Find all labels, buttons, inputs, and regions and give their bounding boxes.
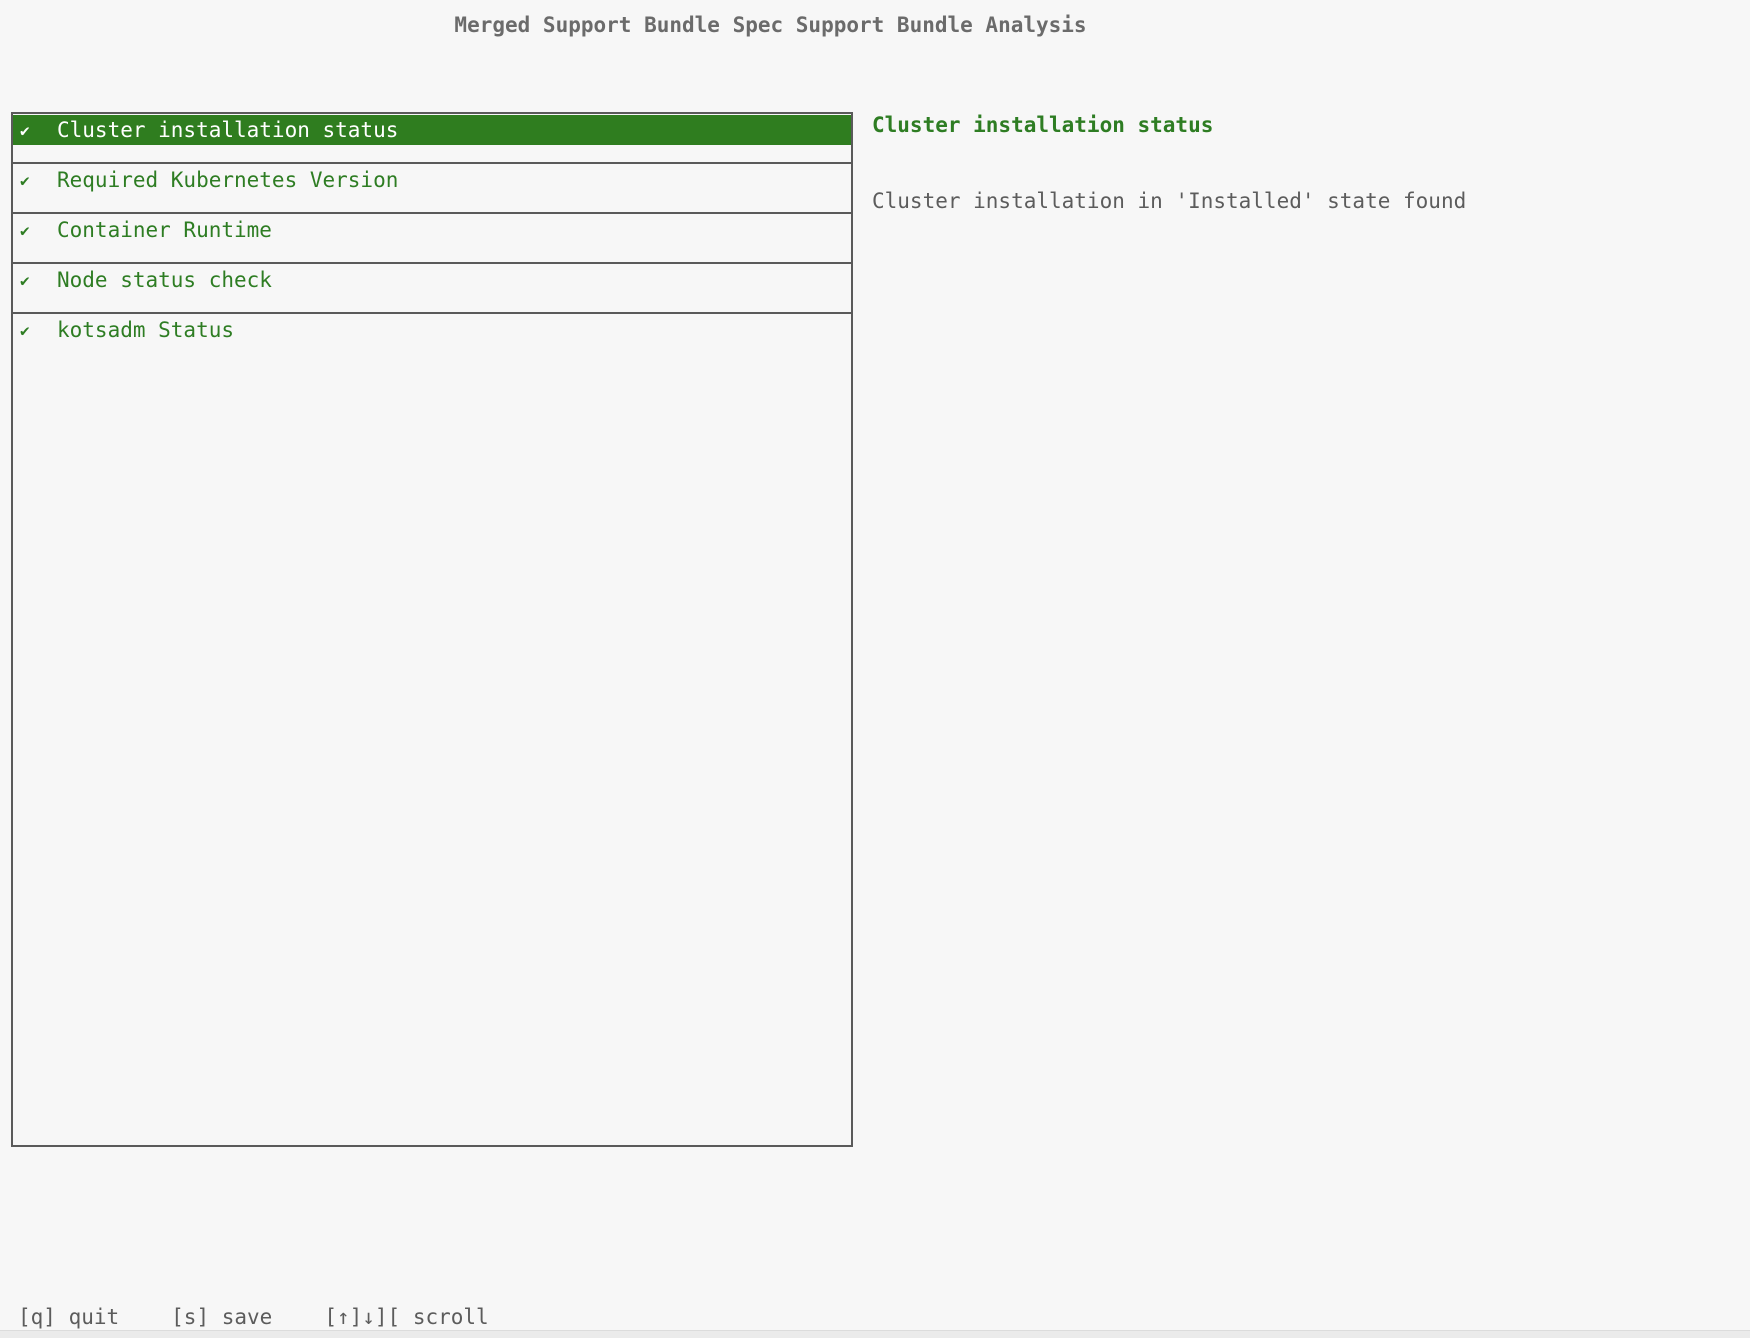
- analyzer-row[interactable]: ✔ Node status check: [13, 264, 851, 314]
- check-icon: ✔: [20, 321, 57, 340]
- check-icon: ✔: [20, 121, 57, 140]
- detail-body: Cluster installation in 'Installed' stat…: [872, 189, 1466, 213]
- check-icon: ✔: [20, 271, 57, 290]
- analyzer-row[interactable]: ✔ Container Runtime: [13, 214, 851, 264]
- page-title: Merged Support Bundle Spec Support Bundl…: [0, 13, 1541, 37]
- analyzer-list: ✔ Cluster installation status ✔ Required…: [11, 112, 853, 1147]
- analyzer-label: Cluster installation status: [57, 118, 398, 142]
- keyhint-save: [s] save: [171, 1305, 272, 1329]
- keyhint-quit: [q] quit: [18, 1305, 119, 1329]
- check-icon: ✔: [20, 221, 57, 240]
- analyzer-label: kotsadm Status: [57, 318, 234, 342]
- analyzer-row[interactable]: ✔ Cluster installation status: [13, 114, 851, 164]
- analyzer-rowline[interactable]: ✔ kotsadm Status: [13, 315, 851, 345]
- terminal-edge-strip: [0, 1330, 1750, 1338]
- keyhint-scroll: [↑]↓][ scroll: [324, 1305, 488, 1329]
- check-icon: ✔: [20, 171, 57, 190]
- analyzer-label: Node status check: [57, 268, 272, 292]
- analyzer-rowline[interactable]: ✔ Required Kubernetes Version: [13, 165, 851, 195]
- analyzer-rowline[interactable]: ✔ Cluster installation status: [13, 115, 851, 145]
- analyzer-label: Required Kubernetes Version: [57, 168, 398, 192]
- analyzer-row[interactable]: ✔ Required Kubernetes Version: [13, 164, 851, 214]
- analyzer-row[interactable]: ✔ kotsadm Status: [13, 314, 851, 364]
- analyzer-label: Container Runtime: [57, 218, 272, 242]
- detail-heading: Cluster installation status: [872, 113, 1213, 137]
- footer-keybar: [q] quit [s] save [↑]↓][ scroll: [18, 1305, 489, 1329]
- analyzer-rowline[interactable]: ✔ Node status check: [13, 265, 851, 295]
- analyzer-rowline[interactable]: ✔ Container Runtime: [13, 215, 851, 245]
